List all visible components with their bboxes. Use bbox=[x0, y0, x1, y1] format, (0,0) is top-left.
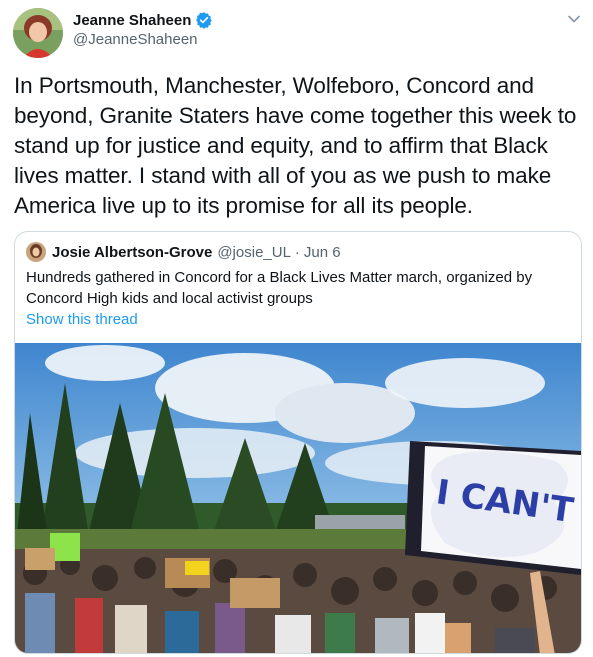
separator-dot: · bbox=[294, 243, 300, 261]
tweet-text: In Portsmouth, Manchester, Wolfeboro, Co… bbox=[14, 73, 577, 218]
quoted-tweet-date[interactable]: Jun 6 bbox=[304, 244, 341, 261]
quoted-tweet-text: Hundreds gathered in Concord for a Black… bbox=[26, 269, 533, 307]
author-avatar[interactable] bbox=[13, 8, 63, 58]
verified-badge-icon bbox=[195, 11, 213, 29]
author-handle[interactable]: @JeanneShaheen bbox=[73, 31, 198, 48]
author-display-name[interactable]: Jeanne Shaheen bbox=[73, 12, 191, 29]
quoted-author-display-name[interactable]: Josie Albertson-Grove bbox=[52, 244, 212, 261]
tweet-card: Jeanne Shaheen @JeanneShaheen In Portsmo… bbox=[0, 0, 593, 657]
quoted-tweet-photo[interactable]: I CAN'T BreaTh bbox=[15, 343, 581, 653]
quoted-author-avatar[interactable] bbox=[26, 242, 46, 262]
quoted-tweet[interactable]: Josie Albertson-Grove @josie_UL · Jun 6 … bbox=[14, 231, 582, 654]
show-thread-link[interactable]: Show this thread bbox=[26, 311, 138, 328]
chevron-down-icon[interactable] bbox=[566, 11, 582, 27]
quoted-author-handle[interactable]: @josie_UL bbox=[217, 244, 291, 261]
